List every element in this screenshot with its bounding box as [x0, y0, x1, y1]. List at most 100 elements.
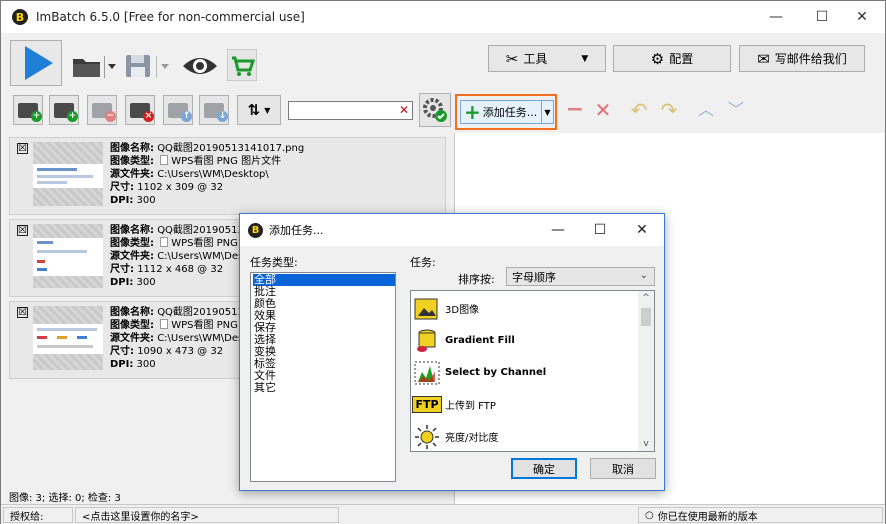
task-up-button[interactable]: ︿ — [693, 99, 719, 121]
app-logo-icon: B — [12, 9, 28, 25]
file-icon — [160, 237, 169, 247]
config-button[interactable]: ⚙ 配置 — [613, 45, 731, 72]
image-thumbnail — [33, 224, 103, 288]
image-checkbox[interactable]: ☒ — [17, 307, 28, 318]
image-thumbnail — [33, 306, 103, 370]
shop-button[interactable] — [227, 49, 257, 81]
image-dpi: 300 — [136, 359, 156, 370]
move-down-icon: ↓ — [204, 102, 228, 122]
dialog-maximize-button[interactable]: ☐ — [579, 214, 621, 246]
select-by-channel-icon — [413, 360, 441, 386]
clear-images-icon: × — [130, 102, 154, 122]
minimize-button[interactable]: — — [753, 1, 799, 33]
undo-button[interactable]: ↶ — [625, 99, 653, 121]
scrollbar-thumb[interactable] — [641, 308, 651, 326]
email-button[interactable]: ✉ 写邮件给我们 — [739, 45, 865, 72]
task-item[interactable]: Select by Channel — [413, 357, 546, 388]
file-icon — [160, 155, 169, 165]
sort-by-value: 字母顺序 — [512, 270, 556, 284]
email-label: 写邮件给我们 — [774, 52, 847, 66]
add-folder-button[interactable]: + — [49, 95, 79, 125]
image-checkbox[interactable]: ☒ — [17, 143, 28, 154]
x-icon: ✕ — [594, 98, 612, 122]
dialog-minimize-button[interactable]: — — [537, 214, 579, 246]
tools-label: 工具 — [523, 52, 548, 66]
open-folder-button[interactable] — [71, 51, 119, 81]
filter-input[interactable]: ✕ — [288, 101, 413, 120]
task-list-scrollbar[interactable]: ^ v — [638, 291, 654, 451]
add-task-label: 添加任务... — [482, 106, 538, 119]
image-meta: 图像名称: QQ截图20190513 图像类型: WPS看图 PNG 源文件夹:… — [110, 225, 244, 288]
clear-tasks-button[interactable]: ✕ — [591, 99, 615, 121]
dialog-title-bar: B 添加任务... — ☐ ✕ — [240, 214, 664, 246]
image-meta: 图像名称: QQ截图20190513141017.png 图像类型: WPS看图… — [110, 143, 305, 206]
image-item[interactable]: ☒ 图像名称: QQ截图20190513141017.png 图像类型: WPS… — [9, 137, 446, 215]
chevron-down-icon: ▼ — [264, 105, 271, 115]
image-type: WPS看图 PNG — [171, 320, 238, 331]
preview-button[interactable] — [181, 51, 219, 81]
check-settings-button[interactable] — [419, 93, 451, 127]
image-type: WPS看图 PNG 图片文件 — [171, 156, 282, 167]
remove-task-button[interactable]: − — [563, 99, 587, 121]
redo-button[interactable]: ↷ — [655, 99, 683, 121]
image-count-status: 图像: 3; 选择: 0; 检查: 3 — [9, 493, 121, 504]
envelope-icon: ✉ — [757, 49, 770, 68]
task-type-list[interactable]: 全部 批注 颜色 效果 保存 选择 变换 标签 文件 其它 — [250, 272, 396, 482]
task-item[interactable]: Gradient Fill — [413, 325, 515, 356]
save-button[interactable] — [123, 51, 173, 81]
remove-image-icon: − — [92, 102, 116, 122]
task-item[interactable]: 亮度/对比度 — [413, 421, 498, 452]
sort-by-label: 排序按: — [458, 273, 495, 286]
redo-icon: ↷ — [660, 98, 678, 122]
add-task-highlight: + 添加任务... ▼ — [455, 94, 557, 130]
image-checkbox[interactable]: ☒ — [17, 225, 28, 236]
move-up-image-button[interactable]: ↑ — [163, 95, 193, 125]
sort-button[interactable]: ⇅ ▼ — [237, 95, 281, 125]
chevron-down-icon: ⌄ — [639, 270, 648, 281]
image-folder: C:\Users\WM\Des — [157, 251, 244, 262]
dialog-close-button[interactable]: ✕ — [621, 214, 663, 246]
add-task-dialog: B 添加任务... — ☐ ✕ 任务类型: 全部 批注 颜色 效果 保存 选择 … — [239, 213, 665, 491]
chevron-down-icon: ▼ — [581, 53, 589, 64]
chevron-down-icon[interactable]: ▼ — [541, 101, 553, 123]
available-task-list[interactable]: 3D图像 Gradient Fill Select by Channel FTP… — [410, 290, 655, 452]
scroll-down-icon[interactable]: v — [638, 437, 654, 451]
brightness-contrast-icon — [413, 424, 441, 450]
task-type-item[interactable]: 其它 — [253, 382, 395, 394]
image-toolbar: + + − × ↑ ↓ ⇅ ▼ ✕ − ✕ ↶ ↷ ︿ ﹀ — [1, 91, 885, 129]
task-down-button[interactable]: ﹀ — [723, 99, 749, 121]
task-item-label: Gradient Fill — [445, 335, 515, 346]
task-item[interactable]: FTP 上传到 FTP — [412, 389, 496, 420]
move-down-image-button[interactable]: ↓ — [199, 95, 229, 125]
remove-image-button[interactable]: − — [87, 95, 117, 125]
tools-icon: ✂ — [505, 49, 519, 68]
sort-by-select[interactable]: 字母顺序 ⌄ — [506, 267, 655, 286]
task-item-label: 3D图像 — [445, 305, 480, 316]
image-folder: C:\Users\WM\Des — [157, 333, 244, 344]
image-size: 1090 x 473 @ 32 — [137, 346, 224, 357]
cancel-button[interactable]: 取消 — [590, 458, 656, 479]
close-button[interactable]: ✕ — [839, 1, 885, 33]
eye-icon — [183, 58, 217, 74]
task-item[interactable]: 3D图像 — [413, 293, 479, 324]
add-folder-icon: + — [54, 102, 78, 122]
add-task-button[interactable]: + 添加任务... ▼ — [460, 100, 554, 124]
image-dpi: 300 — [136, 195, 156, 206]
scroll-up-icon[interactable]: ^ — [638, 291, 654, 305]
clear-filter-icon[interactable]: ✕ — [399, 103, 409, 117]
add-images-button[interactable]: + — [13, 95, 43, 125]
task-item-label: 亮度/对比度 — [445, 433, 499, 444]
license-name-field[interactable]: <点击这里设置你的名字> — [75, 507, 339, 523]
run-button[interactable] — [10, 40, 62, 86]
ok-button[interactable]: 确定 — [511, 458, 577, 479]
version-status: ○ 你已在使用最新的版本 — [638, 507, 883, 523]
license-label: 授权给: — [3, 507, 73, 523]
task-type-label: 任务类型: — [250, 256, 298, 269]
image-size: 1112 x 468 @ 32 — [137, 264, 224, 275]
task-item-label: 上传到 FTP — [445, 401, 496, 412]
title-bar: B ImBatch 6.5.0 [Free for non-commercial… — [1, 1, 885, 33]
tools-button[interactable]: ✂ 工具 ▼ — [488, 45, 606, 72]
play-icon — [25, 46, 53, 80]
save-icon — [126, 55, 169, 78]
clear-images-button[interactable]: × — [125, 95, 155, 125]
